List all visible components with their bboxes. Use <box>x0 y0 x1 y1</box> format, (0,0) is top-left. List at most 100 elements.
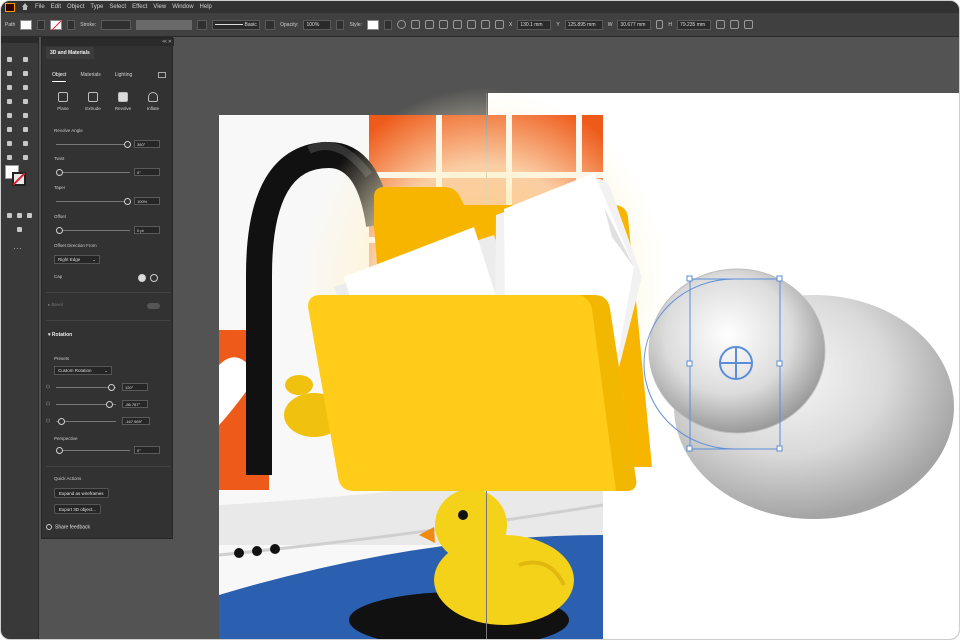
color-mode-icon[interactable] <box>5 211 14 220</box>
rotation-y-field[interactable]: -86.787° <box>122 400 148 408</box>
rotation-y-knob[interactable] <box>106 401 113 408</box>
fill-dropdown[interactable] <box>37 19 46 30</box>
rotation-section-header[interactable]: ▾ Rotation <box>48 332 72 338</box>
extrude-button[interactable]: Extrude <box>80 88 106 111</box>
menu-type[interactable]: Type <box>90 4 103 10</box>
paintbrush-tool-icon[interactable] <box>21 83 30 92</box>
twist-field[interactable]: 0° <box>134 168 160 176</box>
menu-file[interactable]: File <box>35 4 45 10</box>
brush-dropdown[interactable] <box>265 19 276 30</box>
perspective-field[interactable]: 0° <box>134 446 160 454</box>
perspective-slider[interactable] <box>56 447 130 454</box>
curvature-tool-icon[interactable] <box>21 69 30 78</box>
handle[interactable] <box>776 360 783 367</box>
handle[interactable] <box>776 445 783 452</box>
h-field[interactable]: 79.235 mm <box>677 19 712 30</box>
artboard-tool-icon[interactable] <box>5 139 14 148</box>
rotation-z-knob[interactable] <box>58 418 65 425</box>
stroke-weight-field[interactable] <box>101 19 132 30</box>
twist-slider[interactable] <box>56 169 130 176</box>
style-dropdown[interactable] <box>384 19 392 30</box>
hand-tool-icon[interactable] <box>21 139 30 148</box>
tab-lighting[interactable]: Lighting <box>115 68 133 82</box>
opacity-dropdown[interactable] <box>336 19 345 30</box>
rotation-preset-select[interactable]: Custom Rotation ⌄ <box>54 366 112 375</box>
perspective-knob[interactable] <box>56 447 63 454</box>
opacity-field[interactable]: 100% <box>303 19 332 30</box>
rotation-x-field[interactable]: 120° <box>122 383 148 391</box>
align-right-icon[interactable] <box>439 20 448 29</box>
menu-select[interactable]: Select <box>109 4 126 10</box>
menu-edit[interactable]: Edit <box>51 4 61 10</box>
tab-object[interactable]: Object <box>52 68 67 82</box>
transform-icon[interactable] <box>716 20 726 29</box>
align-center-icon[interactable] <box>425 20 434 29</box>
share-feedback-link[interactable]: Share feedback <box>46 524 90 530</box>
offset-slider[interactable] <box>56 227 130 234</box>
align-middle-icon[interactable] <box>467 20 476 29</box>
canvas-area[interactable] <box>174 37 959 639</box>
offset-knob[interactable] <box>56 227 63 234</box>
rotation-z-slider[interactable] <box>56 418 116 425</box>
revolve-angle-field[interactable]: 360° <box>134 140 160 148</box>
taper-slider[interactable] <box>56 198 131 205</box>
link-icon[interactable] <box>656 20 664 29</box>
rotation-x-knob[interactable] <box>108 384 115 391</box>
align-bottom-icon[interactable] <box>481 20 490 29</box>
isolate-icon[interactable] <box>730 20 740 29</box>
menu-window[interactable]: Window <box>172 4 193 10</box>
stroke-color-swatch[interactable] <box>50 19 63 30</box>
menu-view[interactable]: View <box>153 4 166 10</box>
cap-on-icon[interactable] <box>138 274 146 282</box>
revolve-button[interactable]: Revolve <box>110 88 136 111</box>
variable-width-dropdown[interactable] <box>197 19 208 30</box>
screen-mode-icon[interactable] <box>15 225 24 234</box>
none-mode-icon[interactable] <box>25 211 34 220</box>
offset-direction-select[interactable]: Right Edge ⌄ <box>54 255 100 264</box>
expand-wireframes-button[interactable]: Expand as wireframes <box>54 488 109 498</box>
taper-knob[interactable] <box>124 198 131 205</box>
more-options-icon[interactable] <box>744 20 754 29</box>
plane-button[interactable]: Plane <box>50 88 76 111</box>
close-icon[interactable]: ✕ <box>168 39 172 45</box>
inflate-button[interactable]: Inflate <box>140 88 166 111</box>
twist-knob[interactable] <box>56 169 63 176</box>
menu-object[interactable]: Object <box>67 4 84 10</box>
x-field[interactable]: 130.1 mm <box>517 19 552 30</box>
handle[interactable] <box>776 275 783 282</box>
rotate-tool-icon[interactable] <box>21 97 30 106</box>
bevel-toggle[interactable] <box>147 303 160 309</box>
direct-selection-tool-icon[interactable] <box>21 55 30 64</box>
brush-profile-field[interactable]: Basic <box>212 19 261 30</box>
pen-tool-icon[interactable] <box>5 69 14 78</box>
rectangle-tool-icon[interactable] <box>5 83 14 92</box>
graph-tool-icon[interactable] <box>5 153 14 162</box>
home-icon[interactable] <box>21 3 29 11</box>
recolor-icon[interactable] <box>397 20 406 29</box>
opacity-label[interactable]: Opacity: <box>280 22 298 28</box>
fill-color-swatch[interactable] <box>20 19 33 30</box>
align-top-icon[interactable] <box>453 20 462 29</box>
panel-title-tab[interactable]: 3D and Materials <box>46 47 94 59</box>
stroke-color-box[interactable] <box>12 172 26 186</box>
type-tool-icon[interactable] <box>5 97 14 106</box>
variable-width-field[interactable] <box>136 19 193 30</box>
rotation-x-slider[interactable] <box>56 384 116 391</box>
rotation-y-slider[interactable] <box>56 401 116 408</box>
shape-builder-tool-icon[interactable] <box>5 125 14 134</box>
gradient-mode-icon[interactable] <box>15 211 24 220</box>
taper-field[interactable]: 100% <box>134 197 160 205</box>
rotation-z-field[interactable]: -167.969° <box>122 417 150 425</box>
panel-drag-bar[interactable]: << ✕ <box>42 38 174 46</box>
menu-help[interactable]: Help <box>200 4 212 10</box>
export-3d-button[interactable]: Export 3D object... <box>54 504 102 514</box>
eyedropper-tool-icon[interactable] <box>21 111 30 120</box>
revolve-angle-knob[interactable] <box>124 141 131 148</box>
scale-tool-icon[interactable] <box>5 111 14 120</box>
selection-tool-icon[interactable] <box>5 55 14 64</box>
revolve-angle-slider[interactable] <box>56 141 131 148</box>
gradient-tool-icon[interactable] <box>21 125 30 134</box>
offset-field[interactable]: 0 pt <box>134 226 160 234</box>
tab-materials[interactable]: Materials <box>80 68 100 82</box>
w-field[interactable]: 30.677 mm <box>617 19 652 30</box>
